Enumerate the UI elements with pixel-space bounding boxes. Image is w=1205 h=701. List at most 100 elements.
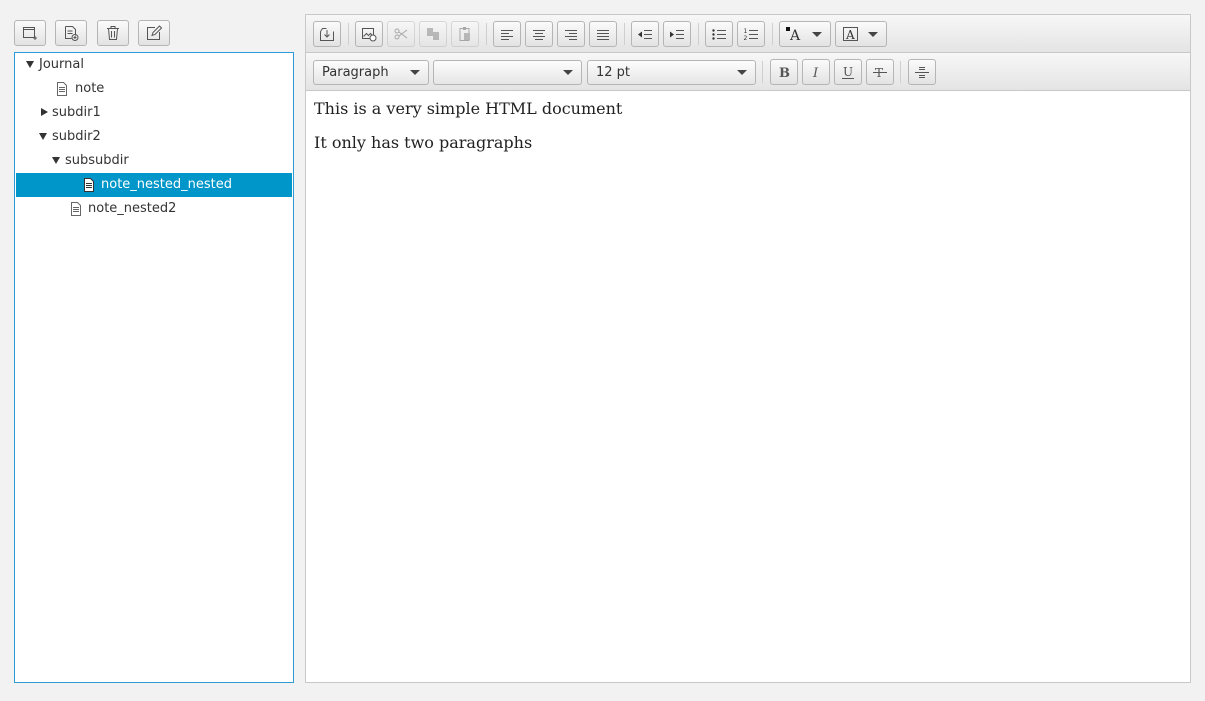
svg-text:1: 1: [744, 28, 748, 35]
svg-text:B: B: [779, 66, 790, 80]
tree-item-label: note_nested_nested: [101, 177, 233, 192]
font-size-select[interactable]: 12 pt: [587, 60, 756, 85]
note-tree[interactable]: Journal note subdir1 subdir2 subsubdir n…: [14, 52, 294, 683]
tree-item-note-nested2[interactable]: note_nested2: [16, 197, 292, 221]
edit-icon: [147, 25, 162, 40]
align-right-icon: [565, 30, 577, 40]
tree-item-label: subdir2: [52, 129, 101, 144]
toolbar-separator: [624, 23, 625, 45]
bullet-list-icon: [712, 29, 726, 40]
chevron-down-icon: [563, 70, 573, 75]
scissors-icon: [394, 28, 408, 40]
font-family-select[interactable]: [433, 60, 582, 85]
copy-icon: [427, 28, 439, 40]
background-color-button[interactable]: A: [835, 21, 887, 47]
expand-arrow-icon[interactable]: [39, 133, 47, 140]
paragraph-style-value: Paragraph: [322, 65, 389, 80]
numbered-list-button[interactable]: 1 2: [737, 21, 765, 47]
delete-button[interactable]: [97, 20, 129, 46]
rename-button[interactable]: [138, 20, 170, 46]
underline-icon: U: [842, 65, 854, 79]
svg-text:A: A: [845, 28, 855, 42]
toolbar-separator: [900, 61, 901, 83]
new-folder-icon: [23, 27, 37, 40]
horizontal-rule-icon: [915, 67, 929, 78]
new-folder-button[interactable]: [14, 20, 46, 46]
new-note-icon: [65, 26, 79, 41]
tree-item-journal[interactable]: Journal: [16, 53, 292, 77]
toolbar-separator: [762, 61, 763, 83]
editor-content-area[interactable]: This is a very simple HTML document It o…: [306, 91, 1190, 682]
svg-text:I: I: [812, 66, 819, 80]
svg-text:A: A: [789, 28, 801, 42]
editor-toolbar-top: 1 2 A A: [306, 15, 1190, 53]
font-size-value: 12 pt: [596, 65, 631, 80]
svg-text:2: 2: [744, 35, 748, 42]
collapse-arrow-icon[interactable]: [41, 108, 48, 116]
tree-item-label: note: [75, 81, 105, 96]
chevron-down-icon: [737, 70, 747, 75]
tree-item-label: subdir1: [52, 105, 101, 120]
new-note-button[interactable]: [55, 20, 87, 46]
svg-text:U: U: [843, 65, 853, 79]
bold-button[interactable]: B: [770, 59, 798, 85]
paste-button[interactable]: [451, 21, 479, 47]
underline-button[interactable]: U: [834, 59, 862, 85]
copy-button[interactable]: [419, 21, 447, 47]
app-window: Journal note subdir1 subdir2 subsubdir n…: [0, 0, 1205, 701]
paragraph: It only has two paragraphs: [314, 133, 533, 152]
import-icon: [320, 28, 334, 41]
toolbar-separator: [772, 23, 773, 45]
paragraph-style-select[interactable]: Paragraph: [313, 60, 429, 85]
align-center-button[interactable]: [525, 21, 553, 47]
toolbar-separator: [348, 23, 349, 45]
align-left-button[interactable]: [493, 21, 521, 47]
paragraph: This is a very simple HTML document: [314, 99, 623, 118]
text-color-icon: A: [786, 27, 801, 42]
tree-item-subdir1[interactable]: subdir1: [16, 101, 292, 125]
toolbar-separator: [698, 23, 699, 45]
import-button[interactable]: [313, 21, 341, 47]
editor-toolbar-bottom: Paragraph 12 pt B I U T: [306, 53, 1190, 91]
strikethrough-button[interactable]: T: [866, 59, 894, 85]
italic-icon: I: [812, 66, 819, 80]
horizontal-rule-button[interactable]: [908, 59, 936, 85]
text-color-button[interactable]: A: [779, 21, 831, 47]
tree-item-note-nested-nested[interactable]: note_nested_nested: [16, 173, 292, 197]
document-icon: [84, 178, 94, 192]
html-editor: 1 2 A A Paragraph 12 pt B I U T This is …: [305, 14, 1191, 683]
italic-button[interactable]: I: [802, 59, 830, 85]
outdent-icon: [638, 30, 652, 39]
tree-item-subdir2[interactable]: subdir2: [16, 125, 292, 149]
toolbar-separator: [486, 23, 487, 45]
tree-item-label: note_nested2: [88, 201, 177, 216]
dropdown-caret-icon: [812, 32, 822, 37]
align-justify-icon: [597, 30, 609, 40]
dropdown-caret-icon: [868, 32, 878, 37]
cut-button[interactable]: [387, 21, 415, 47]
bold-icon: B: [779, 66, 790, 80]
image-icon: [362, 28, 377, 42]
indent-button[interactable]: [663, 21, 691, 47]
tree-item-subsubdir[interactable]: subsubdir: [16, 149, 292, 173]
expand-arrow-icon[interactable]: [52, 157, 60, 164]
background-color-icon: A: [843, 27, 858, 42]
insert-image-button[interactable]: [355, 21, 383, 47]
chevron-down-icon: [410, 70, 420, 75]
outdent-button[interactable]: [631, 21, 659, 47]
align-left-icon: [501, 30, 513, 40]
align-center-icon: [533, 30, 545, 40]
align-right-button[interactable]: [557, 21, 585, 47]
paste-icon: [459, 27, 470, 41]
trash-icon: [107, 26, 119, 40]
document-icon: [57, 82, 67, 96]
expand-arrow-icon[interactable]: [26, 61, 34, 68]
numbered-list-icon: 1 2: [744, 28, 758, 42]
tree-item-label: Journal: [39, 57, 84, 72]
tree-item-label: subsubdir: [65, 153, 129, 168]
document-icon: [71, 202, 81, 216]
tree-item-note[interactable]: note: [16, 77, 292, 101]
bullet-list-button[interactable]: [705, 21, 733, 47]
justify-button[interactable]: [589, 21, 617, 47]
indent-icon: [670, 30, 684, 39]
